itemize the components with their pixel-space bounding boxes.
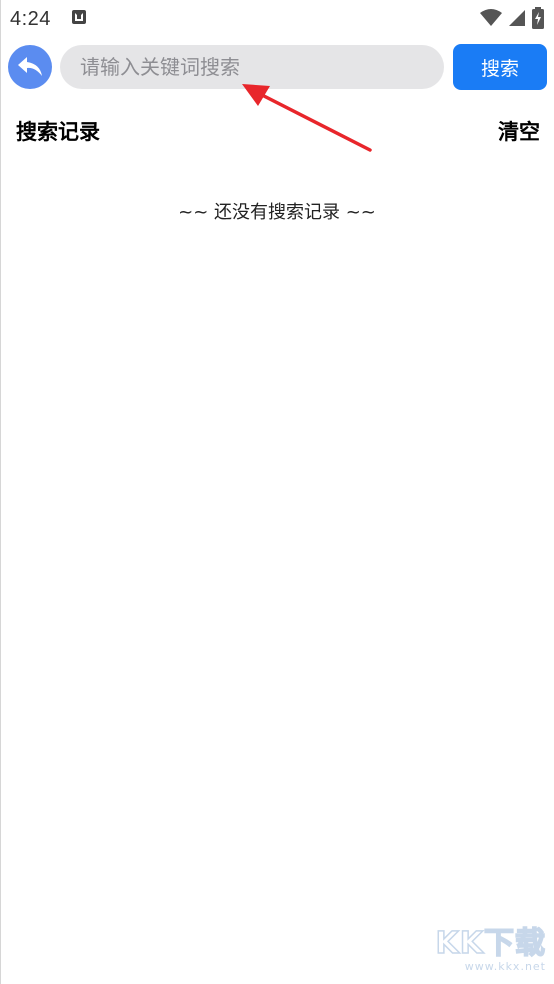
status-icons: [480, 6, 544, 30]
history-header: 搜索记录 清空: [0, 114, 554, 146]
screen-edge: [0, 0, 1, 984]
clear-history-button[interactable]: 清空: [498, 116, 540, 146]
back-button[interactable]: [8, 45, 52, 89]
back-arrow-icon: [18, 57, 42, 76]
battery-charging-icon: [532, 7, 544, 29]
history-title: 搜索记录: [16, 120, 100, 144]
watermark-url: www.kkx.net: [464, 960, 546, 973]
status-time: 4:24: [10, 8, 51, 30]
wifi-icon: [480, 9, 502, 26]
search-bar: 搜索: [0, 40, 554, 94]
watermark: KK下载 www.kkx.net: [426, 926, 546, 980]
notification-a-icon: [72, 10, 86, 24]
watermark-logo: KK下载: [435, 926, 546, 961]
signal-icon: [509, 10, 525, 26]
empty-history-message: ~~ 还没有搜索记录 ~~: [178, 202, 376, 223]
search-input[interactable]: [60, 45, 444, 89]
search-button[interactable]: 搜索: [453, 44, 547, 90]
status-bar: 4:24: [0, 0, 554, 38]
